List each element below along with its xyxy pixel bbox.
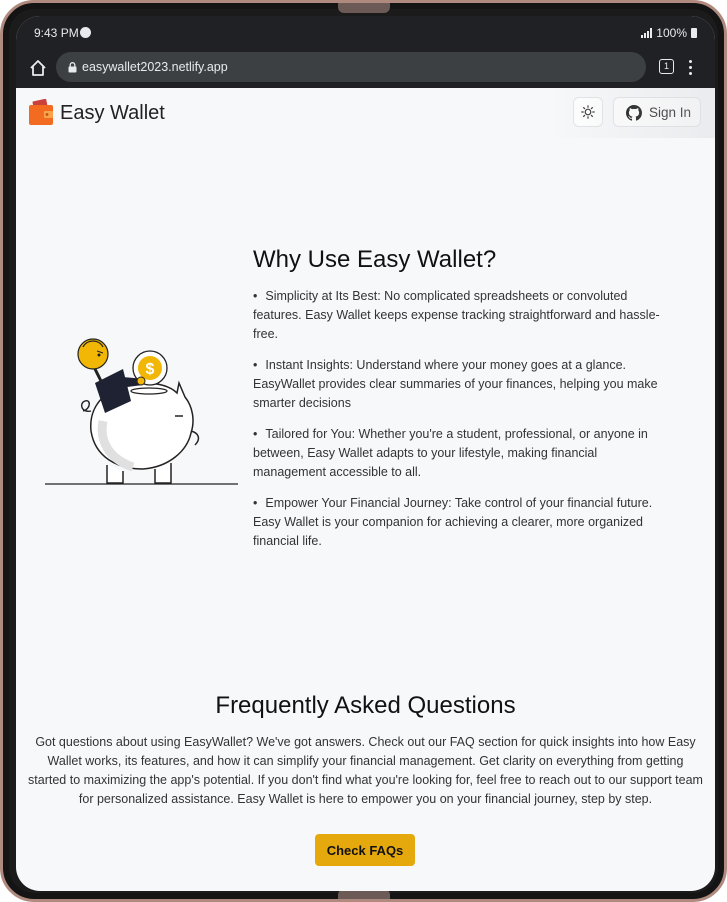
theme-toggle-button[interactable]	[573, 97, 603, 127]
lock-icon	[68, 62, 77, 76]
status-bar: 9:43 PM 100%	[16, 16, 715, 50]
url-text: easywallet2023.netlify.app	[82, 60, 228, 74]
sign-in-button[interactable]: Sign In	[613, 97, 701, 127]
battery-text: 100%	[656, 26, 687, 40]
spotify-icon	[80, 27, 91, 38]
faq-title: Frequently Asked Questions	[215, 692, 516, 719]
why-list: • Simplicity at Its Best: No complicated …	[253, 287, 668, 563]
home-icon[interactable]	[28, 58, 48, 78]
why-item: • Simplicity at Its Best: No complicated …	[253, 289, 660, 341]
why-item: • Tailored for You: Whether you're a stud…	[253, 427, 648, 479]
piggy-bank-illustration: $	[43, 321, 243, 491]
browser-toolbar: easywallet2023.netlify.app 1	[16, 50, 715, 88]
why-title: Why Use Easy Wallet?	[253, 246, 497, 273]
why-item: • Empower Your Financial Journey: Take co…	[253, 496, 653, 548]
sign-in-label: Sign In	[649, 105, 692, 120]
hinge-top	[338, 3, 390, 13]
screen: 9:43 PM 100% easywallet2023.netlify.app	[16, 16, 715, 891]
check-faqs-button[interactable]: Check FAQs	[315, 834, 415, 866]
status-right: 100%	[641, 26, 697, 40]
address-bar[interactable]: easywallet2023.netlify.app	[56, 52, 646, 82]
why-item: • Instant Insights: Understand where your…	[253, 358, 658, 410]
why-item-text: Instant Insights: Understand where your …	[253, 358, 658, 410]
device-frame: 9:43 PM 100% easywallet2023.netlify.app	[0, 0, 727, 902]
faq-description: Got questions about using EasyWallet? We…	[28, 735, 703, 806]
wallet-logo-icon[interactable]	[29, 98, 53, 125]
svg-text:$: $	[146, 361, 155, 378]
why-item-text: Simplicity at Its Best: No complicated s…	[253, 289, 660, 341]
more-vert-icon[interactable]	[689, 60, 693, 78]
signal-icon	[641, 28, 653, 38]
brand-name[interactable]: Easy Wallet	[60, 102, 165, 125]
why-item-text: Tailored for You: Whether you're a stude…	[253, 427, 648, 479]
status-time: 9:43 PM	[34, 26, 79, 40]
why-item-text: Empower Your Financial Journey: Take con…	[253, 496, 653, 548]
tab-switcher-icon[interactable]: 1	[659, 59, 674, 74]
app-header: Easy Wallet Sign In	[16, 88, 715, 138]
battery-icon	[691, 28, 697, 38]
